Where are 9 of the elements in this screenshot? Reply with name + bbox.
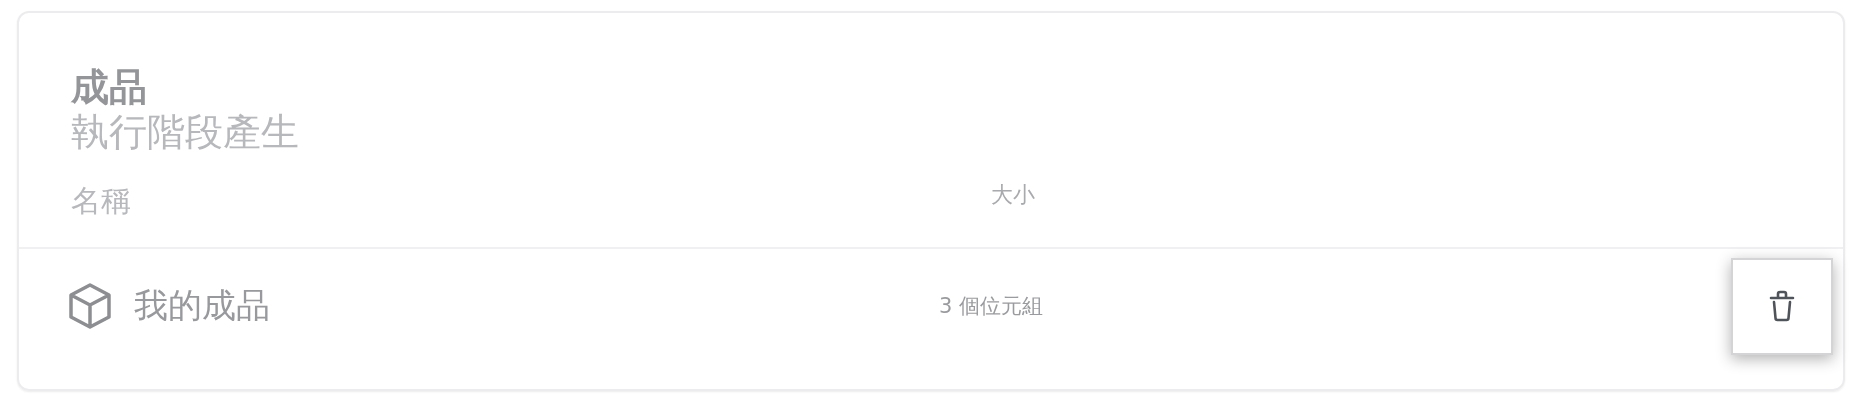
artifact-name: 我的成品 <box>134 284 270 327</box>
card-title: 成品 <box>71 65 148 109</box>
delete-button[interactable] <box>1731 257 1833 355</box>
column-header: 大小 <box>991 181 1035 209</box>
card-subtitle: 執行階段產生 <box>71 109 300 155</box>
column-header: 名稱 <box>70 181 132 220</box>
cube-icon <box>66 282 114 330</box>
artifact-size: 3 個位元組 <box>939 293 1045 320</box>
trash-icon <box>1769 289 1795 323</box>
